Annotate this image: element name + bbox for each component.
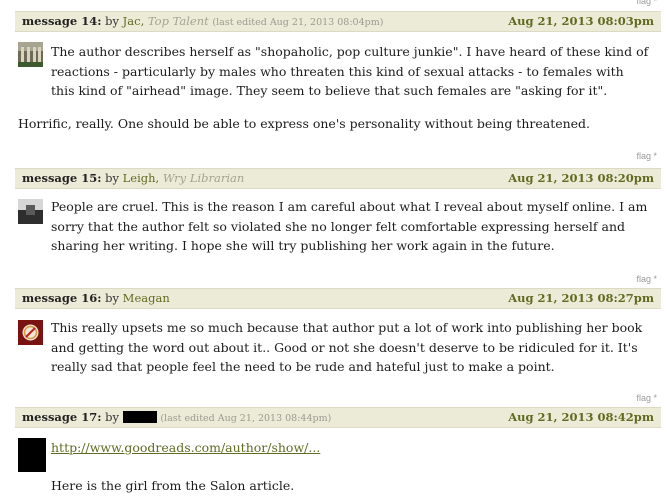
user-link[interactable]: Leigh, [123,171,160,185]
message-number: message 14: [22,14,102,28]
message-body: This really upsets me so much because th… [51,320,643,374]
avatar[interactable] [18,42,43,67]
message-date-link[interactable]: Aug 21, 2013 08:20pm [508,169,654,188]
message-number: message 17: [22,410,102,424]
message-date-link[interactable]: Aug 21, 2013 08:03pm [508,12,654,31]
message-body: People are cruel. This is the reason I a… [51,199,648,253]
by-label: by [105,291,120,305]
message-number: message 16: [22,291,102,305]
message-header: message 14: by Jac, Top Talent (last edi… [15,11,661,32]
message-body-continued: Horrific, really. One should be able to … [18,116,591,131]
message-body: The author describes herself as "shopaho… [51,44,649,98]
flag-link[interactable]: flag * [636,274,657,284]
avatar[interactable] [18,438,46,472]
message-body: Here is the girl from the Salon article. [51,478,295,493]
edited-note: (last edited Aug 21, 2013 08:44pm) [160,413,332,424]
avatar[interactable] [18,199,43,224]
message-header: message 16: by Meagan Aug 21, 2013 08:27… [15,288,661,309]
message-link[interactable]: http://www.goodreads.com/author/show/... [51,438,320,458]
by-label: by [105,410,120,424]
by-label: by [105,171,120,185]
edited-note: (last edited Aug 21, 2013 08:04pm) [212,17,384,28]
message-date-link[interactable]: Aug 21, 2013 08:42pm [508,408,654,427]
user-title: Wry Librarian [162,171,245,185]
message-header: message 17: by (last edited Aug 21, 2013… [15,407,661,428]
redacted-username [122,411,157,423]
flag-link[interactable]: flag * [636,151,657,161]
by-label: by [105,14,120,28]
user-link[interactable]: Jac, [123,14,145,28]
user-title: Top Talent [147,14,209,28]
message-date-link[interactable]: Aug 21, 2013 08:27pm [508,289,654,308]
user-link[interactable]: Meagan [123,291,170,305]
message-header: message 15: by Leigh, Wry Librarian Aug … [15,168,661,189]
flag-link[interactable]: flag * [636,393,657,403]
message-number: message 15: [22,171,102,185]
flag-link[interactable]: flag * [636,0,657,6]
avatar[interactable] [18,320,43,345]
